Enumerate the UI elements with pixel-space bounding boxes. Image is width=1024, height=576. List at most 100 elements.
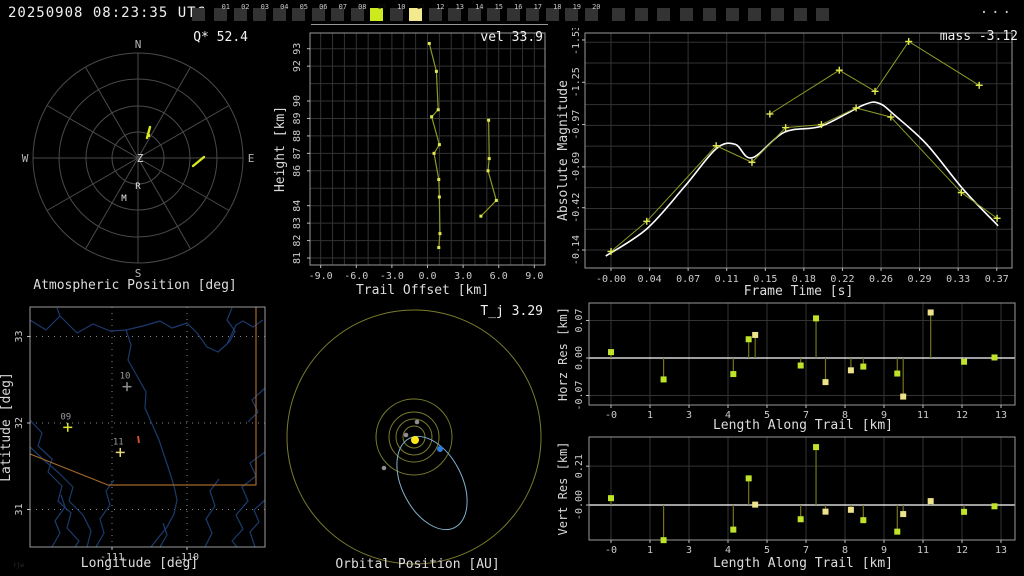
river	[95, 479, 115, 547]
frame-box-extra[interactable]	[634, 8, 648, 21]
residual-marker	[894, 528, 901, 535]
residual-marker	[660, 376, 667, 383]
gridlines	[310, 33, 545, 265]
frame-box-03[interactable]: 03	[253, 3, 269, 21]
frame-number-label: 18	[553, 3, 562, 11]
y-tick-label: 93	[292, 43, 303, 55]
frame-box-extra[interactable]	[770, 8, 784, 21]
frame-box-extra[interactable]	[702, 8, 716, 21]
state-borders	[30, 307, 257, 486]
meteoroid-orbit	[396, 435, 468, 531]
residual-marker	[927, 309, 934, 316]
orbital-position-plot	[286, 309, 542, 565]
body-label-M: M	[121, 194, 127, 204]
frame-box-extra[interactable]	[816, 8, 830, 21]
residual-marker	[822, 508, 829, 515]
timestamp: 20250908 08:23:35 UTC	[8, 5, 207, 21]
y-tick-label: 81	[292, 252, 303, 264]
frame-range-indicator	[311, 24, 548, 25]
frame-box-14[interactable]: 14	[467, 3, 484, 21]
frame-box-19[interactable]: 19	[565, 3, 581, 21]
frame-number-label: 09	[377, 3, 386, 11]
frame-box-extra[interactable]	[748, 8, 762, 21]
vert-res-markers	[608, 444, 998, 544]
residual-marker	[745, 336, 752, 343]
vert-res-axis-label: Vert Res [km]	[556, 442, 570, 536]
frame-number-label: 16	[514, 3, 523, 11]
planet-dot	[403, 432, 409, 438]
river	[226, 307, 236, 345]
magnitude-axis-label: Absolute Magnitude	[556, 80, 571, 221]
y-tick-label: 84	[292, 200, 303, 212]
frame-box-11[interactable]: 11	[409, 3, 425, 21]
residual-marker	[860, 363, 867, 370]
vert-res-frame	[588, 436, 1016, 541]
frame-box-09[interactable]: 09	[370, 3, 386, 21]
orbital-position-panel: T_j 3.29 Orbital Position [AU]	[280, 300, 555, 576]
frame-box-10[interactable]: 10	[389, 3, 406, 21]
y-tick-label: 31	[14, 503, 25, 515]
frame-box-13[interactable]: 13	[448, 3, 464, 21]
y-tick-label: 87	[292, 147, 303, 159]
x-tick-label: 7	[803, 545, 809, 556]
x-tick-label: 8	[842, 545, 848, 556]
frame-box-02[interactable]: 02	[233, 3, 250, 21]
residual-marker	[797, 516, 804, 523]
residual-marker	[847, 367, 854, 374]
x-tick-label: 3	[686, 545, 692, 556]
y-tick-label: -0.14	[571, 235, 582, 265]
river	[56, 307, 61, 317]
x-tick-label: 9.0	[525, 271, 543, 282]
x-tick-label: -9.0	[309, 271, 333, 282]
frame-box-12[interactable]: 12	[428, 3, 445, 21]
data-marker	[437, 178, 441, 182]
frame-number-label: 20	[592, 3, 601, 11]
horz-res-xlabel: Length Along Trail [km]	[712, 418, 893, 433]
meteoroid-dot	[437, 446, 443, 452]
overflow-menu-button[interactable]: ...	[980, 1, 1014, 17]
frame-box-17[interactable]: 17	[526, 3, 542, 21]
residual-marker	[813, 444, 820, 451]
ground-map-panel: 09 10 11 -111 -110 31 32 33 Latitude [deg] Longi…	[0, 300, 280, 576]
y-tick-label: 90	[292, 95, 303, 107]
y-tick-label: -0.00	[574, 490, 585, 520]
frame-box-20[interactable]: 20	[584, 3, 601, 21]
frame-box-extra[interactable]	[793, 8, 807, 21]
series-line-station-11	[480, 120, 497, 217]
frame-box-08[interactable]: 08	[350, 3, 367, 21]
data-marker	[487, 157, 491, 161]
trail-marker	[147, 134, 150, 137]
frame-box-16[interactable]: 16	[506, 3, 523, 21]
frame-number-label: 13	[455, 3, 464, 11]
frame-box-15[interactable]: 15	[487, 3, 503, 21]
frame-number-label: 01	[221, 3, 230, 11]
frame-box-extra[interactable]	[657, 8, 671, 21]
frame-box-07[interactable]: 07	[331, 3, 347, 21]
mass-badge: mass -3.12	[939, 29, 1018, 44]
frame-box-extra[interactable]	[612, 8, 625, 21]
data-marker	[437, 195, 441, 199]
frame-strip: 01 02 03 04 05 06 07 08 09 10 11 12 13 14 15 16 17 18 19 20	[185, 0, 885, 28]
frame-box-18[interactable]: 18	[545, 3, 562, 21]
residual-marker	[660, 537, 667, 544]
frame-number-label: 10	[397, 3, 406, 11]
x-tick-label: 0.0	[418, 271, 436, 282]
residual-marker	[927, 498, 934, 505]
stations: 09 10 11	[60, 372, 132, 457]
frame-box-01[interactable]: 01	[214, 3, 230, 21]
frame-number-label: 12	[436, 3, 445, 11]
frame-box-extra[interactable]	[680, 8, 694, 21]
frame-box-leading[interactable]	[192, 8, 205, 21]
trail-offset-plot: -9.0 -6.0 -3.0 0.0 3.0 6.0 9.0 81 82 83 84 86 87 88 89…	[273, 32, 546, 282]
frame-box-06[interactable]: 06	[311, 3, 328, 21]
river	[51, 494, 66, 547]
station-label-10: 10	[120, 372, 131, 382]
horz-res-markers	[608, 309, 998, 400]
data-marker	[486, 169, 490, 173]
horz-res-axis-label: Horz Res [km]	[556, 307, 570, 401]
frame-box-extra[interactable]	[725, 8, 739, 21]
compass-east-label: E	[248, 152, 255, 165]
frame-number-label: 06	[319, 3, 328, 11]
frame-box-05[interactable]: 05	[292, 3, 308, 21]
frame-box-04[interactable]: 04	[272, 3, 289, 21]
